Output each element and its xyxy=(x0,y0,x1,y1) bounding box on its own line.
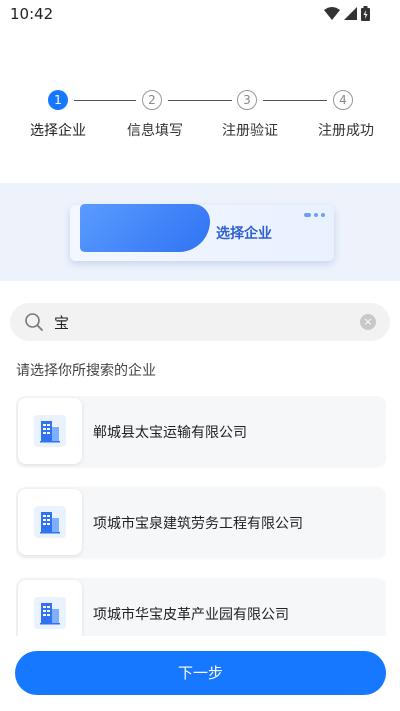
step-3-label: 注册验证 xyxy=(222,123,278,139)
step-3-indicator: 3 xyxy=(237,90,257,110)
select-company-banner: 选择企业 xyxy=(0,183,400,281)
banner-title: 选择企业 xyxy=(216,226,272,242)
status-bar: 10:42 xyxy=(0,0,400,28)
building-icon xyxy=(40,603,60,625)
company-name: 郸城县太宝运输有限公司 xyxy=(93,425,247,441)
company-item[interactable]: 项城市宝泉建筑劳务工程有限公司 xyxy=(16,487,386,557)
company-item[interactable]: 郸城县太宝运输有限公司 xyxy=(16,396,386,466)
company-logo xyxy=(18,398,82,464)
company-list: 郸城县太宝运输有限公司 项城市宝泉建筑劳务工程有限公司 项城市华宝皮革产业园有限… xyxy=(16,396,386,636)
wifi-icon xyxy=(324,7,340,20)
step-connector xyxy=(168,100,232,101)
step-connector xyxy=(74,100,136,101)
step-4-indicator: 4 xyxy=(333,90,353,110)
search-hint: 请选择你所搜索的企业 xyxy=(16,363,156,379)
signal-icon xyxy=(344,7,357,20)
clear-search-icon[interactable]: × xyxy=(360,314,376,330)
banner-decoration xyxy=(80,204,210,252)
step-1-label: 选择企业 xyxy=(30,123,86,139)
company-name: 项城市宝泉建筑劳务工程有限公司 xyxy=(93,516,303,532)
status-time: 10:42 xyxy=(10,5,54,23)
battery-icon xyxy=(361,6,370,21)
step-4-label: 注册成功 xyxy=(318,123,374,139)
registration-stepper: 1 2 3 4 选择企业 信息填写 注册验证 注册成功 xyxy=(0,90,400,150)
step-2-label: 信息填写 xyxy=(127,123,183,139)
search-icon xyxy=(25,313,43,331)
search-input[interactable] xyxy=(54,310,354,334)
step-2-indicator: 2 xyxy=(142,90,162,110)
next-step-button[interactable]: 下一步 xyxy=(15,651,386,695)
step-1-indicator: 1 xyxy=(48,90,68,110)
company-search-box[interactable]: × xyxy=(10,303,390,341)
banner-dots xyxy=(304,213,325,217)
company-logo xyxy=(18,489,82,555)
company-name: 项城市华宝皮革产业园有限公司 xyxy=(93,607,289,623)
step-connector xyxy=(263,100,327,101)
building-icon xyxy=(40,421,60,443)
company-item[interactable]: 项城市华宝皮革产业园有限公司 xyxy=(16,578,386,636)
company-logo xyxy=(18,580,82,636)
status-icons xyxy=(324,6,370,21)
building-icon xyxy=(40,512,60,534)
